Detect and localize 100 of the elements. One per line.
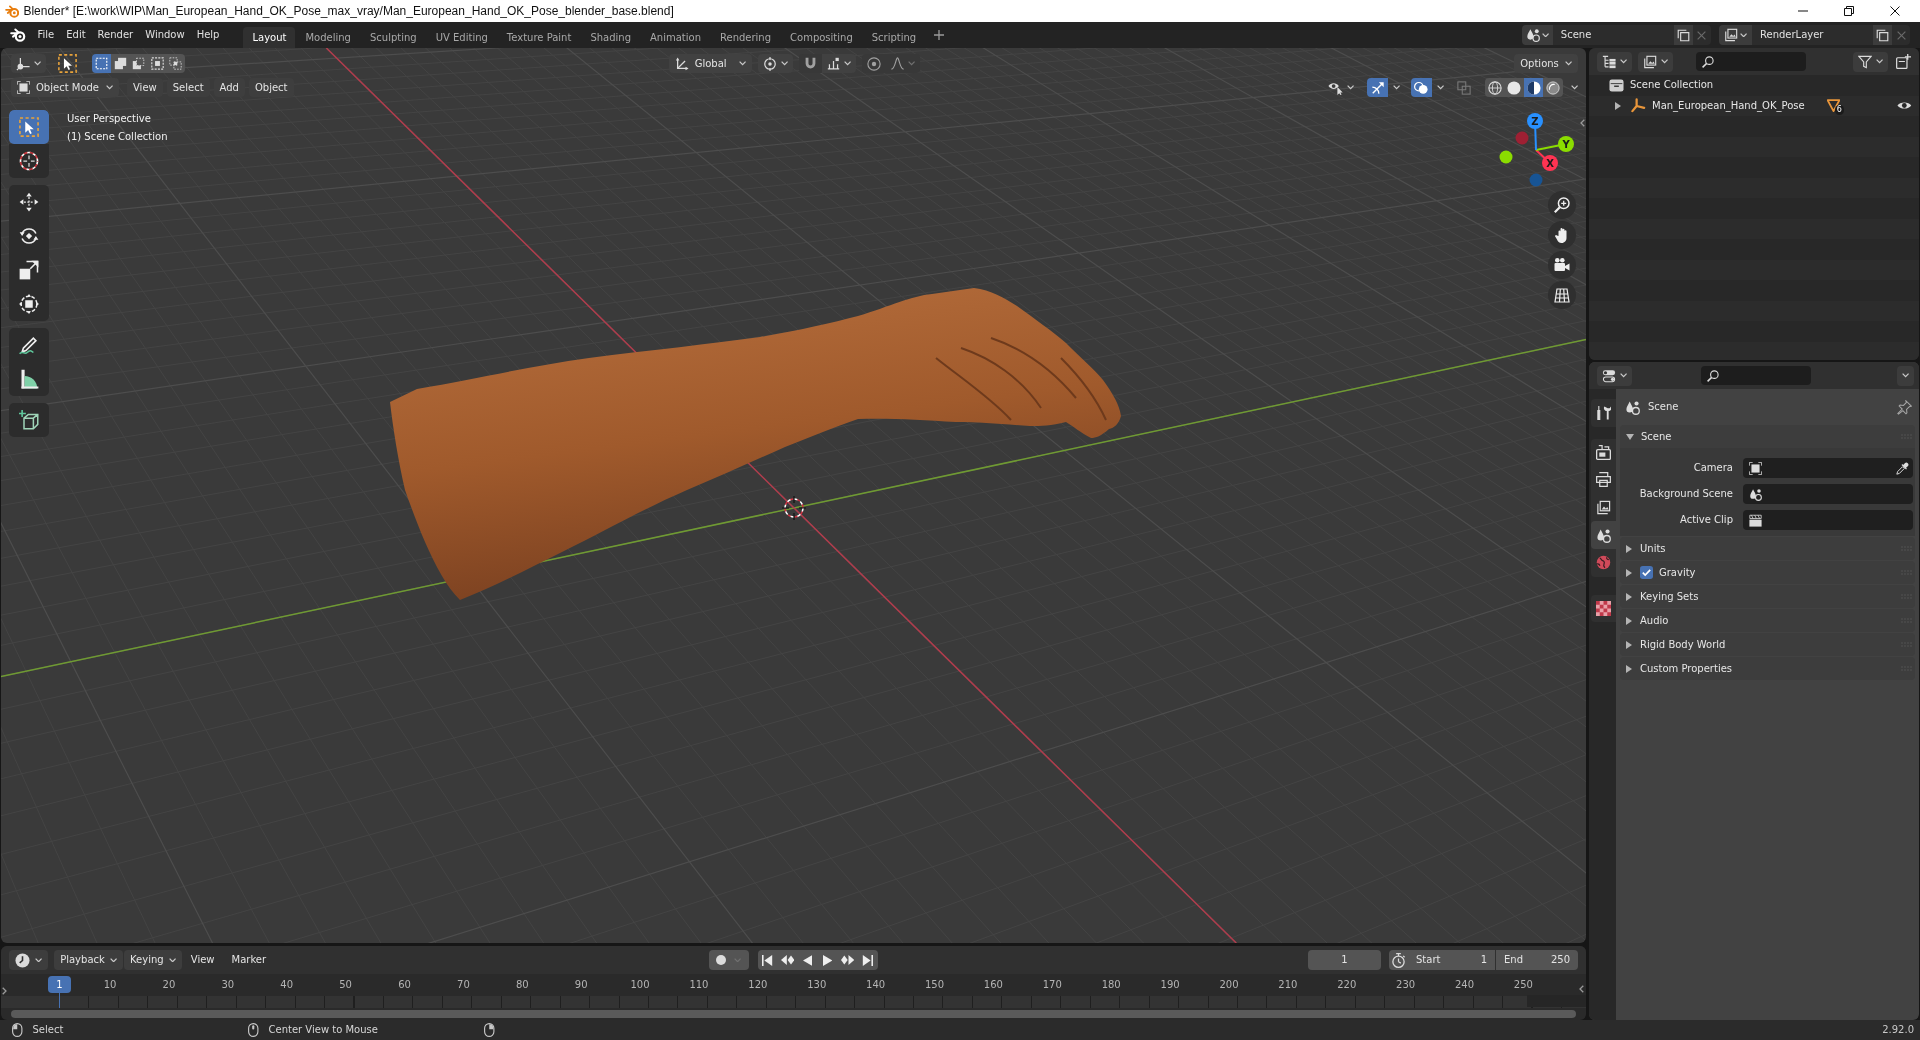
preview-range-toggle[interactable] — [1389, 950, 1408, 970]
panel-header[interactable]: Scene — [1620, 425, 1915, 448]
view-layer-name-field[interactable]: RenderLayer — [1752, 25, 1873, 45]
chevron-right-icon[interactable] — [2, 987, 7, 995]
display-mode-dropdown[interactable] — [1638, 51, 1674, 72]
disclosure-triangle-icon[interactable] — [1626, 616, 1632, 625]
zoom-icon[interactable] — [1548, 191, 1576, 219]
menu-item[interactable]: File — [31, 22, 61, 48]
scene-selector-button[interactable] — [1521, 25, 1553, 45]
workspace-tab[interactable]: Scripting — [862, 27, 926, 48]
mode-dropdown[interactable]: Object Mode — [11, 78, 119, 97]
options-dropdown[interactable]: Options — [1514, 54, 1578, 73]
pivot-dropdown[interactable] — [757, 54, 793, 73]
shading-mode-button[interactable] — [1504, 78, 1524, 97]
plus-icon[interactable] — [934, 30, 945, 40]
blender-logo-icon[interactable] — [10, 28, 26, 42]
overlays-toggle[interactable] — [1410, 78, 1432, 97]
search-field[interactable] — [1700, 366, 1811, 385]
scrollbar-thumb[interactable] — [11, 1010, 1576, 1018]
editor-type-button[interactable] — [1597, 51, 1633, 72]
workspace-tab[interactable]: Sculpting — [360, 27, 426, 48]
snap-target-dropdown[interactable] — [821, 54, 857, 73]
workspace-tab[interactable]: Animation — [641, 27, 710, 48]
workspace-tab[interactable]: UV Editing — [426, 27, 497, 48]
camera-field[interactable] — [1743, 458, 1913, 478]
disclosure-triangle-icon[interactable] — [1626, 433, 1634, 440]
orientation-dropdown[interactable]: Global — [668, 54, 752, 73]
menu-item[interactable]: Window — [139, 22, 191, 48]
playhead-frame-label[interactable]: 1 — [48, 976, 71, 993]
workspace-tab[interactable]: Compositing — [781, 27, 862, 48]
tool-button[interactable] — [9, 287, 49, 321]
outliner-row[interactable]: Man_European_Hand_OK_Pose 6 — [1589, 95, 1919, 116]
eyedropper-icon[interactable] — [1896, 461, 1909, 475]
auto-keying-toggle[interactable] — [709, 950, 749, 970]
menu-item[interactable]: View — [182, 950, 223, 970]
end-frame-field[interactable]: End 250 — [1496, 950, 1578, 970]
chevron-left-icon[interactable] — [1580, 119, 1585, 127]
filter-dropdown[interactable] — [1852, 51, 1888, 72]
workspace-tab[interactable]: Modeling — [296, 27, 360, 48]
tool-button[interactable] — [9, 144, 49, 178]
workspace-tab[interactable]: Layout — [243, 27, 296, 48]
editor-type-button[interactable] — [11, 54, 47, 73]
playback-button[interactable] — [857, 950, 878, 970]
movie-camera-icon[interactable] — [1548, 251, 1576, 279]
close-icon[interactable] — [1890, 6, 1900, 16]
pin-icon[interactable] — [1897, 399, 1912, 415]
chevron-down-icon[interactable] — [1393, 85, 1401, 90]
menu-item[interactable]: View — [127, 78, 163, 97]
disclosure-triangle-icon[interactable] — [1626, 664, 1632, 673]
start-frame-field[interactable]: Start 1 — [1408, 950, 1495, 970]
view-layer-selector-button[interactable] — [1718, 25, 1752, 45]
snap-toggle[interactable] — [798, 54, 822, 73]
workspace-tab[interactable]: Shading — [581, 27, 640, 48]
tool-button[interactable] — [9, 110, 49, 144]
gizmo-toggle[interactable] — [1367, 78, 1389, 97]
menu-item[interactable]: Select — [166, 78, 210, 97]
options-dropdown[interactable] — [1896, 365, 1914, 386]
scene-field[interactable] — [1743, 484, 1913, 504]
proportional-editing-toggle[interactable] — [862, 54, 887, 73]
axis-handle[interactable] — [1529, 173, 1543, 187]
workspace-tab[interactable]: Rendering — [711, 27, 781, 48]
menu-item[interactable]: Marker — [223, 950, 275, 970]
axis-handle[interactable] — [1515, 131, 1529, 145]
editor-type-button[interactable] — [9, 950, 49, 970]
tool-button[interactable] — [9, 403, 49, 437]
dropdown-button[interactable]: Playback — [54, 950, 123, 970]
properties-tab[interactable] — [1591, 521, 1616, 549]
search-field[interactable] — [1696, 52, 1807, 71]
shading-mode-button[interactable] — [1484, 78, 1505, 97]
outliner-row[interactable]: Scene Collection — [1589, 75, 1919, 96]
menu-item[interactable]: Object — [248, 78, 294, 97]
arrow-selection-icon[interactable] — [58, 54, 78, 73]
selection-mode-button[interactable] — [92, 54, 111, 73]
disclosure-triangle-icon[interactable] — [1626, 544, 1632, 553]
chevron-left-icon[interactable] — [1579, 985, 1584, 993]
chevron-down-icon[interactable] — [1436, 85, 1444, 90]
menu-item[interactable]: Render — [91, 22, 140, 48]
dropdown-button[interactable]: Keying — [124, 950, 182, 970]
checkbox[interactable] — [1640, 566, 1653, 579]
tool-button[interactable] — [9, 185, 49, 219]
new-collection-icon[interactable] — [1896, 54, 1911, 69]
disclosure-triangle-icon[interactable] — [1626, 592, 1632, 601]
panel-header[interactable]: Custom Properties — [1620, 657, 1915, 680]
panel-header[interactable]: Units — [1620, 537, 1915, 560]
menu-item[interactable]: Help — [190, 22, 226, 48]
axis-handle[interactable]: Y — [1535, 136, 1574, 152]
eye-icon[interactable] — [1897, 100, 1912, 112]
grid-icon[interactable] — [1548, 281, 1576, 309]
copy-button[interactable] — [1873, 25, 1892, 45]
current-frame-field[interactable]: 1 — [1308, 950, 1381, 970]
hand-icon[interactable] — [1548, 221, 1576, 249]
menu-item[interactable]: Edit — [60, 22, 92, 48]
selection-mode-button[interactable] — [129, 54, 148, 73]
restore-icon[interactable] — [1844, 6, 1854, 16]
disclosure-triangle-icon[interactable] — [1626, 568, 1632, 577]
scene-name-field[interactable]: Scene — [1552, 25, 1674, 45]
expand-arrow-icon[interactable] — [1615, 101, 1621, 110]
shading-mode-button[interactable] — [1543, 78, 1563, 97]
workspace-tab[interactable]: Texture Paint — [497, 27, 581, 48]
tool-button[interactable] — [9, 328, 49, 362]
